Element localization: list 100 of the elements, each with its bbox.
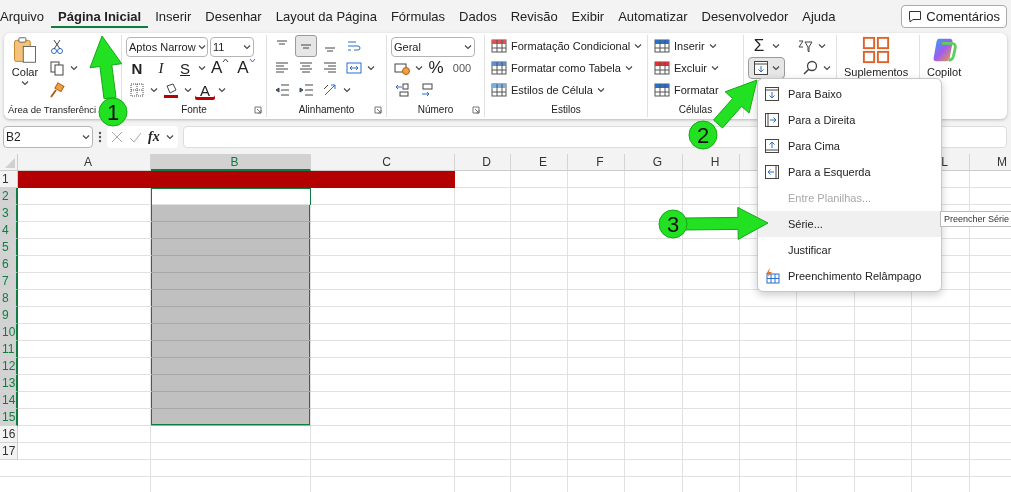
column-header[interactable]: F [568, 154, 625, 171]
caret-icon [772, 65, 780, 71]
menu-tab[interactable]: Desenhar [198, 5, 269, 28]
dialog-launcher-icon[interactable] [472, 106, 480, 114]
insert-button[interactable]: Inserir [652, 38, 719, 54]
column-header[interactable]: D [455, 154, 511, 171]
format-button[interactable]: Formatar [652, 82, 721, 98]
column-header[interactable]: M [970, 154, 1011, 171]
copilot-button[interactable]: Copilot [924, 35, 965, 78]
caret-icon[interactable] [415, 65, 423, 71]
comments-button[interactable]: Comentários [901, 5, 1007, 28]
caret-icon [21, 80, 29, 86]
align-middle-icon[interactable] [295, 35, 317, 57]
cell-styles-button[interactable]: Estilos de Célula [489, 82, 607, 98]
conditional-formatting-button[interactable]: Formatação Condicional [489, 38, 645, 54]
tooltip: Preencher Série [940, 211, 1011, 227]
menu-tab[interactable]: Automatizar [611, 5, 695, 28]
row-header[interactable]: 3 [0, 205, 18, 222]
row-header[interactable]: 15 [0, 409, 18, 426]
add-ins-button[interactable]: Suplementos [841, 35, 912, 78]
shrink-font-button[interactable]: A [234, 57, 259, 79]
row-header[interactable]: 16 [0, 426, 18, 443]
row-header[interactable]: 1 [0, 171, 18, 188]
caret-icon[interactable] [367, 65, 375, 71]
check-icon[interactable] [129, 131, 142, 143]
row-header[interactable]: 6 [0, 256, 18, 273]
filled-cell[interactable] [311, 171, 455, 188]
insert-function-button[interactable]: fx [148, 129, 160, 145]
caret-icon[interactable] [818, 43, 826, 49]
thousands-button[interactable]: 000 [449, 57, 475, 79]
caret-icon[interactable] [70, 65, 78, 71]
menu-tab[interactable]: Ajuda [795, 5, 843, 28]
caret-icon[interactable] [772, 43, 780, 49]
menu-item[interactable]: Para Cima [758, 133, 941, 159]
grow-font-button[interactable]: A [208, 57, 233, 79]
row-header[interactable]: 2 [0, 188, 18, 205]
filled-cell[interactable] [18, 171, 151, 188]
menu-tab[interactable]: Revisão [503, 5, 565, 28]
flash-fill-icon [764, 268, 780, 284]
column-header[interactable]: G [625, 154, 683, 171]
font-color-button[interactable]: A [194, 79, 216, 101]
caret-icon[interactable] [343, 87, 351, 93]
caret-icon[interactable] [823, 65, 831, 71]
italic-button[interactable]: I [150, 57, 172, 79]
caret-icon[interactable] [184, 87, 192, 93]
caret-icon[interactable] [198, 65, 206, 71]
paste-icon [11, 36, 39, 64]
row-header[interactable]: 13 [0, 375, 18, 392]
row-header[interactable]: 11 [0, 341, 18, 358]
menu-tab[interactable]: Fórmulas [383, 5, 453, 28]
dropdown-field[interactable]: 11 [210, 36, 254, 57]
menu-tab[interactable]: Arquivo [0, 5, 52, 28]
column-header[interactable]: E [511, 154, 568, 171]
row-header[interactable]: 9 [0, 307, 18, 324]
row-header[interactable]: 14 [0, 392, 18, 409]
row-header[interactable]: 17 [0, 443, 18, 460]
comment-icon [908, 10, 923, 23]
menu-item[interactable]: Série... [758, 211, 941, 237]
select-all-icon[interactable] [5, 158, 15, 168]
menu-tab[interactable]: Página Inicial [51, 5, 149, 28]
menu-tab[interactable]: Dados [452, 5, 504, 28]
dropdown-field[interactable]: Aptos Narrow [126, 36, 208, 57]
caret-icon[interactable] [150, 87, 158, 93]
caret-icon [464, 43, 472, 50]
dialog-launcher-icon[interactable] [254, 106, 262, 114]
group-label: Estilos [551, 104, 581, 115]
menu-item[interactable]: Para a Direita [758, 107, 941, 133]
caret-icon[interactable] [218, 87, 226, 93]
dialog-launcher-icon[interactable] [374, 106, 382, 114]
row-header[interactable]: 5 [0, 239, 18, 256]
selected-cell[interactable] [151, 188, 311, 205]
column-header[interactable]: H [683, 154, 740, 171]
format-as-table-button[interactable]: Formatar como Tabela [489, 60, 635, 76]
menu-tab[interactable]: Inserir [148, 5, 199, 28]
bold-button[interactable]: N [126, 57, 148, 79]
fill-button[interactable] [748, 57, 785, 79]
underline-button[interactable]: S [174, 57, 196, 79]
paste-button[interactable]: Colar [8, 35, 42, 86]
menu-tab[interactable]: Desenvolvedor [694, 5, 796, 28]
delete-button[interactable]: Excluir [652, 60, 721, 76]
autosum-button[interactable]: Σ [748, 35, 770, 57]
row-header[interactable]: 12 [0, 358, 18, 375]
menu-item[interactable]: Para Baixo [758, 81, 941, 107]
menu-tab[interactable]: Layout da Página [268, 5, 384, 28]
percent-button[interactable]: % [425, 57, 447, 79]
step-number-badge: 3 [658, 209, 688, 239]
menu-item[interactable]: Justificar [758, 237, 941, 263]
cancel-icon[interactable] [111, 131, 123, 143]
more-options-icon[interactable] [98, 131, 102, 143]
menu-tab[interactable]: Exibir [564, 5, 612, 28]
grid-icon [862, 36, 891, 64]
menu-item[interactable]: Para a Esquerda [758, 159, 941, 185]
row-header[interactable]: 4 [0, 222, 18, 239]
menu-item[interactable]: Preenchimento Relâmpago [758, 263, 941, 289]
caret-icon[interactable] [165, 134, 174, 140]
row-header[interactable]: 8 [0, 290, 18, 307]
row-header[interactable]: 10 [0, 324, 18, 341]
name-box[interactable]: B2 [3, 126, 93, 148]
dropdown-field[interactable]: Geral [391, 36, 475, 57]
step-number-badge: 1 [98, 97, 128, 127]
